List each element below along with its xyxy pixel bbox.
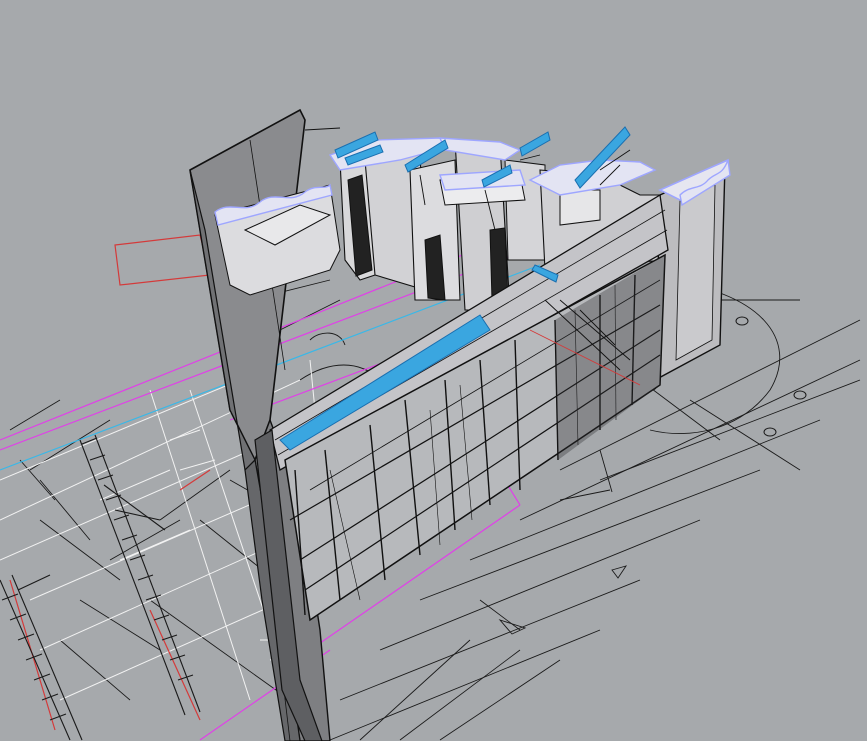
rhino-perspective-viewport[interactable] xyxy=(0,0,867,741)
left-stair-frame-2 xyxy=(0,574,83,741)
model-canvas[interactable] xyxy=(0,0,867,741)
